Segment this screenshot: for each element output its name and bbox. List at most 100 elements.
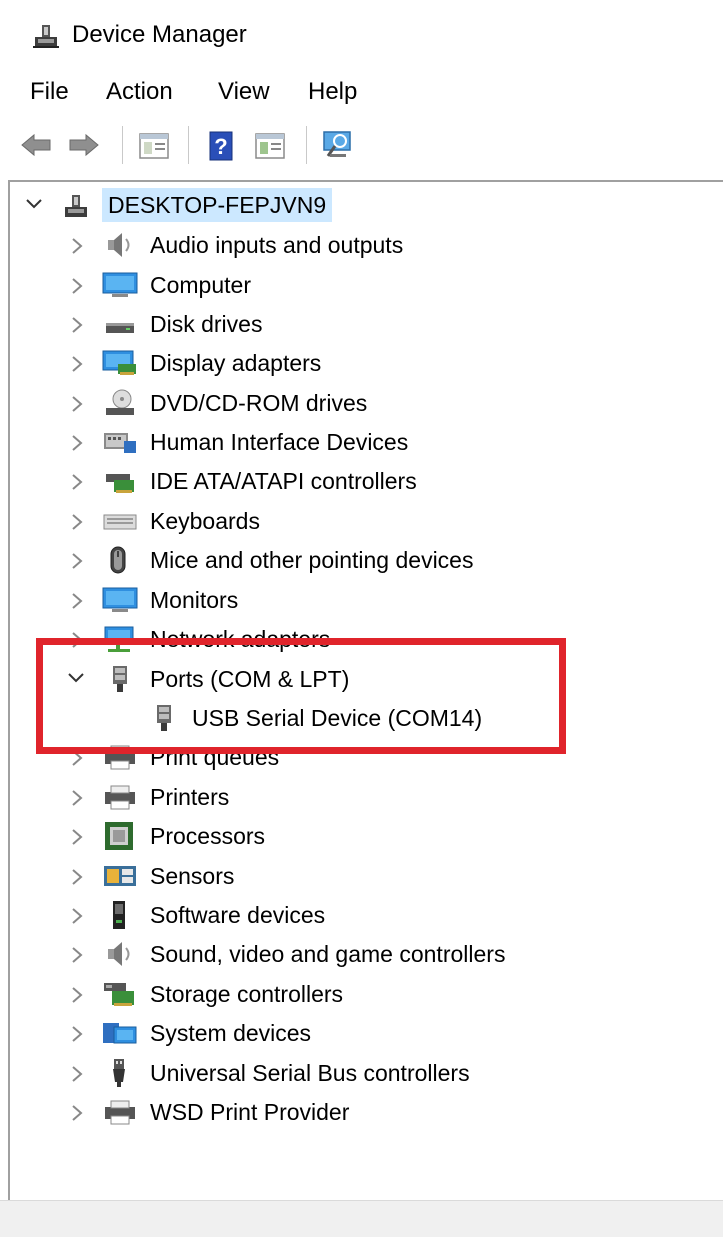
tree-node-label[interactable]: DVD/CD-ROM drives: [150, 386, 367, 420]
toolbar-separator: [188, 126, 189, 164]
tree-node-processors[interactable]: Processors: [0, 816, 715, 856]
mouse-icon: [102, 545, 138, 575]
chevron-right-icon[interactable]: [70, 513, 84, 531]
tree-node-label[interactable]: Sound, video and game controllers: [150, 937, 505, 971]
menu-bar: File Action View Help: [0, 70, 723, 114]
processor-icon: [102, 821, 138, 851]
printer-icon: [102, 782, 138, 812]
toolbar-separator: [122, 126, 123, 164]
highlight-annotation-box: [36, 638, 566, 754]
scan-hardware-icon[interactable]: [320, 128, 356, 162]
tree-node-display-adapters[interactable]: Display adapters: [0, 343, 715, 383]
tree-node-label[interactable]: Mice and other pointing devices: [150, 543, 473, 577]
chevron-right-icon[interactable]: [70, 907, 84, 925]
chevron-right-icon[interactable]: [70, 395, 84, 413]
tree-node-label[interactable]: Printers: [150, 780, 229, 814]
chevron-right-icon[interactable]: [70, 355, 84, 373]
title-bar: Device Manager: [0, 0, 723, 70]
help-icon[interactable]: ?: [204, 128, 240, 162]
tree-node-mice[interactable]: Mice and other pointing devices: [0, 540, 715, 580]
tree-node-label[interactable]: Sensors: [150, 859, 234, 893]
tree-node-label[interactable]: Computer: [150, 268, 251, 302]
tree-node-hid[interactable]: Human Interface Devices: [0, 422, 715, 462]
tree-node-label[interactable]: System devices: [150, 1016, 311, 1050]
chevron-right-icon[interactable]: [70, 1065, 84, 1083]
chevron-right-icon[interactable]: [70, 473, 84, 491]
device-manager-icon: [32, 23, 60, 49]
monitor-icon: [102, 270, 138, 300]
speaker-icon: [102, 230, 138, 260]
tree-node-label[interactable]: IDE ATA/ATAPI controllers: [150, 464, 417, 498]
hid-icon: [102, 427, 138, 457]
root-label[interactable]: DESKTOP-FEPJVN9: [102, 188, 333, 222]
status-bar: [0, 1200, 723, 1237]
menu-file[interactable]: File: [28, 76, 71, 108]
display-adapter-icon: [102, 348, 138, 378]
chevron-right-icon[interactable]: [70, 868, 84, 886]
tree-node-monitors[interactable]: Monitors: [0, 580, 715, 620]
toolbar-separator: [306, 126, 307, 164]
tree-node-label[interactable]: WSD Print Provider: [150, 1095, 349, 1129]
tree-node-label[interactable]: Universal Serial Bus controllers: [150, 1056, 470, 1090]
printer-icon: [102, 1097, 138, 1127]
tree-node-printers[interactable]: Printers: [0, 777, 715, 817]
window-title: Device Manager: [72, 21, 247, 48]
back-arrow-icon[interactable]: [18, 128, 54, 162]
tree-node-audio-inputs[interactable]: Audio inputs and outputs: [0, 225, 715, 265]
software-device-icon: [102, 900, 138, 930]
tree-node-disk-drives[interactable]: Disk drives: [0, 304, 715, 344]
tree-node-label[interactable]: Disk drives: [150, 307, 262, 341]
tree-node-label[interactable]: Audio inputs and outputs: [150, 228, 403, 262]
disk-drive-icon: [102, 309, 138, 339]
chevron-right-icon[interactable]: [70, 946, 84, 964]
storage-controller-icon: [102, 979, 138, 1009]
usb-icon: [102, 1058, 138, 1088]
tree-node-label[interactable]: Storage controllers: [150, 977, 343, 1011]
chevron-right-icon[interactable]: [70, 1104, 84, 1122]
tree-node-system-devices[interactable]: System devices: [0, 1013, 715, 1053]
chevron-right-icon[interactable]: [70, 828, 84, 846]
svg-text:?: ?: [214, 134, 227, 159]
toolbar: ?: [0, 118, 723, 172]
tree-node-dvd-drives[interactable]: DVD/CD-ROM drives: [0, 383, 715, 423]
chevron-right-icon[interactable]: [70, 552, 84, 570]
tree-node-label[interactable]: Keyboards: [150, 504, 260, 538]
chevron-right-icon[interactable]: [70, 986, 84, 1004]
tree-node-label[interactable]: Monitors: [150, 583, 238, 617]
update-driver-icon[interactable]: [252, 128, 288, 162]
system-device-icon: [102, 1018, 138, 1048]
chevron-right-icon[interactable]: [70, 789, 84, 807]
computer-tree-icon: [62, 192, 90, 220]
forward-arrow-icon[interactable]: [66, 128, 102, 162]
chevron-right-icon[interactable]: [70, 277, 84, 295]
chevron-right-icon[interactable]: [70, 592, 84, 610]
tree-node-label[interactable]: Display adapters: [150, 346, 321, 380]
tree-node-wsd-print-provider[interactable]: WSD Print Provider: [0, 1092, 715, 1132]
tree-node-storage-controllers[interactable]: Storage controllers: [0, 974, 715, 1014]
tree-node-usb-controllers[interactable]: Universal Serial Bus controllers: [0, 1053, 715, 1093]
tree-node-label[interactable]: Human Interface Devices: [150, 425, 408, 459]
chevron-right-icon[interactable]: [70, 237, 84, 255]
tree-node-computer[interactable]: Computer: [0, 265, 715, 305]
speaker-icon: [102, 939, 138, 969]
properties-icon[interactable]: [136, 128, 172, 162]
tree-node-ide-controllers[interactable]: IDE ATA/ATAPI controllers: [0, 461, 715, 501]
keyboard-icon: [102, 506, 138, 536]
monitor-icon: [102, 585, 138, 615]
chevron-right-icon[interactable]: [70, 316, 84, 334]
tree-node-sensors[interactable]: Sensors: [0, 856, 715, 896]
sensor-icon: [102, 861, 138, 891]
tree-node-label[interactable]: Processors: [150, 819, 265, 853]
tree-node-label[interactable]: Software devices: [150, 898, 325, 932]
menu-view[interactable]: View: [216, 76, 272, 108]
tree-node-software-devices[interactable]: Software devices: [0, 895, 715, 935]
chevron-down-icon[interactable]: [24, 197, 44, 211]
ide-controller-icon: [102, 466, 138, 496]
chevron-right-icon[interactable]: [70, 1025, 84, 1043]
tree-node-keyboards[interactable]: Keyboards: [0, 501, 715, 541]
tree-node-sound-video[interactable]: Sound, video and game controllers: [0, 934, 715, 974]
menu-help[interactable]: Help: [306, 76, 359, 108]
chevron-right-icon[interactable]: [70, 434, 84, 452]
dvd-drive-icon: [102, 388, 138, 418]
menu-action[interactable]: Action: [104, 76, 175, 108]
